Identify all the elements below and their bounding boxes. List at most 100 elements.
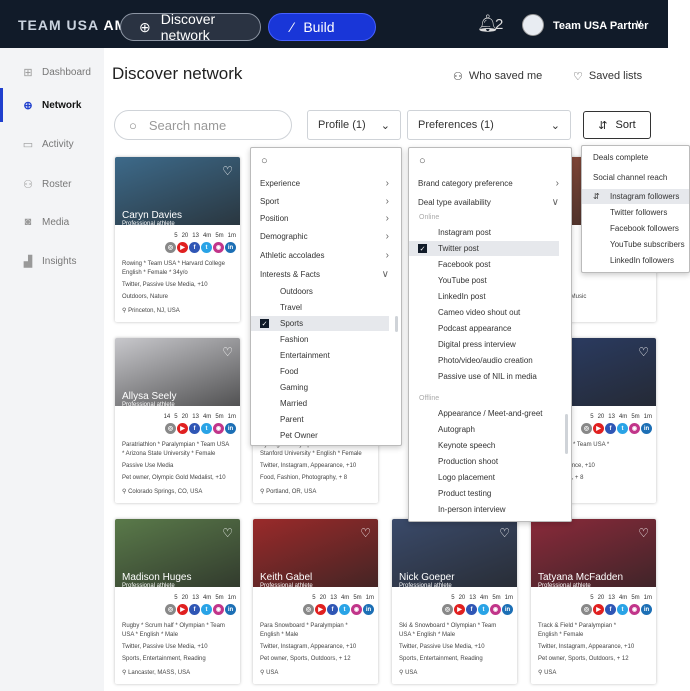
instagram-icon[interactable]: ◉ [351, 604, 362, 615]
media-icon[interactable]: ◎ [165, 242, 176, 253]
deal-type-option[interactable]: Facebook post [409, 257, 559, 272]
media-icon[interactable]: ◎ [581, 423, 592, 434]
athlete-card[interactable]: ♡ Keith Gabel Professional athlete 5 20 13… [253, 519, 378, 684]
sidebar-item-dashboard[interactable]: ⊞ Dashboard [0, 55, 104, 89]
sidebar-item-network[interactable]: ⊕ Network [0, 88, 104, 122]
interest-option[interactable]: Married [251, 396, 389, 411]
sort-option[interactable]: Social channel reach [582, 170, 689, 185]
youtube-icon[interactable]: ▶ [315, 604, 326, 615]
deal-type-option[interactable]: Production shoot [409, 454, 559, 469]
deal-type-option[interactable]: Logo placement [409, 470, 559, 485]
deal-type-option[interactable]: Passive use of NIL in media [409, 369, 559, 384]
athlete-card[interactable]: ♡ Nick Goeper Professional athlete 5 20 13… [392, 519, 517, 684]
deal-type-option[interactable]: YouTube post [409, 273, 559, 288]
heart-icon[interactable]: ♡ [222, 164, 233, 178]
heart-icon[interactable]: ♡ [499, 526, 510, 540]
heart-icon[interactable]: ♡ [222, 345, 233, 359]
profile-menu-item[interactable]: Demographic › [251, 229, 401, 244]
facebook-icon[interactable]: f [327, 604, 338, 615]
deal-type-option[interactable]: Photo/video/audio creation [409, 353, 559, 368]
twitter-icon[interactable]: t [617, 423, 628, 434]
sort-option[interactable]: Twitter followers [582, 205, 689, 220]
sort-option[interactable]: LinkedIn followers [582, 253, 689, 268]
deal-type-option[interactable]: Autograph [409, 422, 559, 437]
athlete-card[interactable]: ♡ Tatyana McFadden Professional athlete … [531, 519, 656, 684]
facebook-icon[interactable]: f [189, 242, 200, 253]
deal-type-option[interactable]: LinkedIn post [409, 289, 559, 304]
deal-type-option[interactable]: Cameo video shout out [409, 305, 559, 320]
deal-type-option[interactable]: Appearance / Meet-and-greet [409, 406, 559, 421]
youtube-icon[interactable]: ▶ [177, 604, 188, 615]
profile-menu-item[interactable]: Interests & Facts ∨ [251, 267, 401, 282]
interest-option[interactable]: Fashion [251, 332, 389, 347]
linkedin-icon[interactable]: in [225, 242, 236, 253]
athlete-card[interactable]: ♡ Madison Huges Professional athlete 5 20… [115, 519, 240, 684]
athlete-card[interactable]: ♡ Allysa Seely Professional athlete 14 5 2… [115, 338, 240, 503]
search-icon[interactable]: ○ [419, 155, 426, 167]
interest-option[interactable]: ✓ Sports [251, 316, 389, 331]
youtube-icon[interactable]: ▶ [177, 242, 188, 253]
facebook-icon[interactable]: f [605, 604, 616, 615]
interest-option[interactable]: Pet Owner [251, 428, 389, 443]
deal-type-option[interactable]: Keynote speech [409, 438, 559, 453]
interest-option[interactable]: Food [251, 364, 389, 379]
profile-filter-dropdown[interactable]: Profile (1) ⌄ [307, 110, 401, 140]
sidebar-item-activity[interactable]: ▭ Activity [0, 127, 104, 161]
interest-option[interactable]: Outdoors [251, 284, 389, 299]
profile-menu-item[interactable]: Position › [251, 211, 401, 226]
facebook-icon[interactable]: f [189, 423, 200, 434]
twitter-icon[interactable]: t [617, 604, 628, 615]
sidebar-item-roster[interactable]: ⚇ Roster [0, 167, 104, 201]
instagram-icon[interactable]: ◉ [629, 604, 640, 615]
sort-option[interactable]: YouTube subscribers [582, 237, 689, 252]
heart-icon[interactable]: ♡ [638, 345, 649, 359]
twitter-icon[interactable]: t [201, 242, 212, 253]
sort-option[interactable]: Facebook followers [582, 221, 689, 236]
media-icon[interactable]: ◎ [303, 604, 314, 615]
who-saved-me-link[interactable]: ⚇ Who saved me [453, 70, 542, 83]
media-icon[interactable]: ◎ [165, 604, 176, 615]
search-icon[interactable]: ○ [261, 155, 268, 167]
media-icon[interactable]: ◎ [442, 604, 453, 615]
twitter-icon[interactable]: t [201, 604, 212, 615]
scrollbar[interactable] [565, 414, 568, 454]
heart-icon[interactable]: ♡ [360, 526, 371, 540]
deal-type-option[interactable]: Instagram post [409, 225, 559, 240]
profile-menu-item[interactable]: Experience › [251, 176, 401, 191]
deal-type-option[interactable]: ✓ Twitter post [409, 241, 559, 256]
preference-menu-item[interactable]: Deal type availability ∨ [409, 195, 571, 210]
youtube-icon[interactable]: ▶ [593, 604, 604, 615]
instagram-icon[interactable]: ◉ [213, 423, 224, 434]
search-box[interactable]: ○ [114, 110, 292, 140]
chevron-down-icon[interactable]: ∨ [635, 17, 643, 30]
saved-lists-link[interactable]: ♡ Saved lists [573, 70, 642, 83]
linkedin-icon[interactable]: in [363, 604, 374, 615]
linkedin-icon[interactable]: in [641, 423, 652, 434]
sort-button[interactable]: ⇵ Sort [583, 111, 651, 139]
media-icon[interactable]: ◎ [581, 604, 592, 615]
sidebar-item-media[interactable]: ◙ Media [0, 205, 104, 239]
media-icon[interactable]: ◎ [165, 423, 176, 434]
profile-menu-item[interactable]: Sport › [251, 194, 401, 209]
heart-icon[interactable]: ♡ [638, 526, 649, 540]
build-tab[interactable]: ⁄ Build [268, 13, 376, 41]
youtube-icon[interactable]: ▶ [177, 423, 188, 434]
youtube-icon[interactable]: ▶ [454, 604, 465, 615]
discover-network-tab[interactable]: ⊕ Discover network [120, 11, 261, 43]
deal-type-option[interactable]: Podcast appearance [409, 321, 559, 336]
search-input[interactable] [148, 117, 269, 133]
preference-menu-item[interactable]: Brand category preference › [409, 176, 571, 191]
profile-menu-item[interactable]: Athletic accolades › [251, 248, 401, 263]
deal-type-option[interactable]: Product testing [409, 486, 559, 501]
facebook-icon[interactable]: f [466, 604, 477, 615]
sort-option[interactable]: ⇵ Instagram followers [582, 189, 689, 204]
athlete-card[interactable]: ♡ Caryn Davies Professional athlete 5 20 1… [115, 157, 240, 322]
linkedin-icon[interactable]: in [225, 604, 236, 615]
youtube-icon[interactable]: ▶ [593, 423, 604, 434]
checkbox-checked[interactable]: ✓ [418, 244, 427, 253]
interest-option[interactable]: Entertainment [251, 348, 389, 363]
linkedin-icon[interactable]: in [641, 604, 652, 615]
interest-option[interactable]: Gaming [251, 380, 389, 395]
facebook-icon[interactable]: f [189, 604, 200, 615]
instagram-icon[interactable]: ◉ [213, 242, 224, 253]
